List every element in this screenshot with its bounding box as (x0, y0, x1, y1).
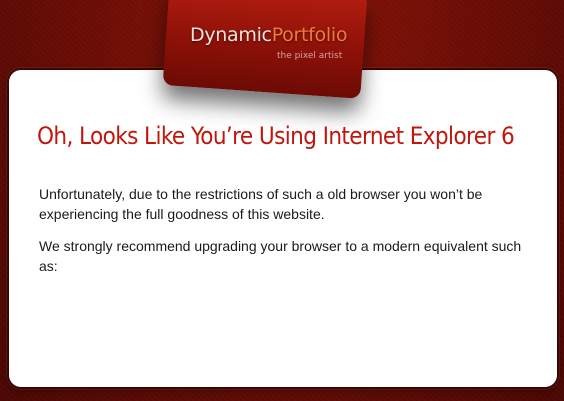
logo-tagline: the pixel artist (277, 51, 343, 61)
logo-tab (162, 0, 368, 99)
notice-heading: Oh, Looks Like You’re Using Internet Exp… (37, 122, 515, 150)
notice-card (7, 68, 559, 389)
site-logo[interactable]: DynamicPortfolio (190, 24, 347, 46)
logo-word-dynamic: Dynamic (190, 24, 272, 46)
notice-paragraph-restrictions: Unfortunately, due to the restrictions o… (39, 186, 483, 222)
notice-paragraph-recommendation: We strongly recommend upgrading your bro… (39, 238, 522, 274)
logo-word-portfolio: Portfolio (271, 24, 348, 46)
